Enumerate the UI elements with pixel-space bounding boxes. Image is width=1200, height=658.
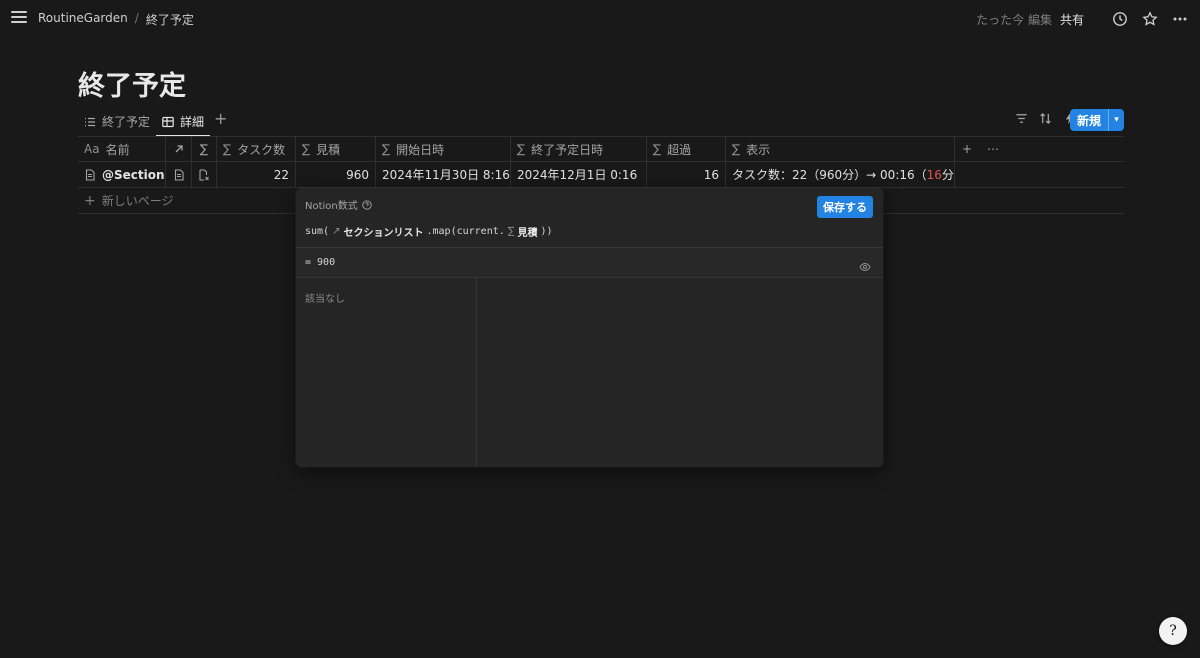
- formula-suffix: )): [540, 226, 553, 237]
- column-header-actions: + ⋯: [955, 137, 1007, 161]
- share-button[interactable]: 共有: [1060, 11, 1084, 28]
- table-row[interactable]: @Sections 22 960 2024年11月30日 8:16 2024年1…: [78, 162, 1124, 188]
- column-header-relation[interactable]: [166, 137, 192, 161]
- breadcrumb-page[interactable]: 終了予定: [146, 11, 194, 28]
- column-header-label: 見積: [316, 142, 341, 157]
- list-icon: [85, 117, 95, 126]
- column-header-start[interactable]: ∑ 開始日時: [376, 137, 511, 161]
- column-header-tasks[interactable]: ∑ タスク数: [217, 137, 296, 161]
- page-hidden-icon: [198, 168, 210, 181]
- column-header-estimate[interactable]: ∑ 見積: [296, 137, 376, 161]
- column-header-label: タスク数: [237, 142, 286, 157]
- formula-result: = 900: [305, 257, 336, 268]
- column-header-label: 終了予定日時: [531, 142, 604, 157]
- formula-middle: .map(current.: [426, 226, 505, 237]
- cell-name[interactable]: @Sections: [78, 162, 166, 187]
- overtime-value: 16: [926, 167, 942, 182]
- sigma-icon: ∑: [302, 142, 311, 156]
- eye-icon[interactable]: [859, 258, 871, 272]
- star-icon[interactable]: [1142, 11, 1158, 27]
- tab-schedule-list[interactable]: 終了予定: [78, 110, 156, 136]
- table-icon: [162, 116, 174, 127]
- more-icon[interactable]: [1172, 11, 1188, 27]
- cell-empty: [955, 162, 1007, 187]
- help-assistant-icon[interactable]: ?: [1159, 617, 1187, 645]
- save-button[interactable]: 保存する: [817, 196, 873, 218]
- tab-label: 詳細: [180, 115, 205, 129]
- sort-icon[interactable]: [1038, 111, 1052, 125]
- relation-arrow-icon: ↗: [332, 226, 341, 237]
- sigma-icon: ∑: [223, 142, 232, 156]
- breadcrumb-separator: /: [134, 11, 139, 25]
- formula-editor-header: Notion数式: [305, 197, 372, 212]
- sidebar-menu-icon[interactable]: [11, 11, 27, 25]
- formula-editor-popup: Notion数式 保存する sum( ↗ セクションリスト .map(curre…: [296, 188, 883, 467]
- cell-start[interactable]: 2024年11月30日 8:16: [376, 162, 511, 187]
- sigma-icon: ∑: [507, 226, 515, 237]
- table-header-row: Aa 名前 ∑ ∑ タスク数 ∑ 見積 ∑ 開始日時 ∑ 終了予定日時 ∑ 超過: [78, 136, 1124, 162]
- page-title[interactable]: 終了予定: [78, 64, 186, 103]
- top-right-actions: たった今 編集 共有: [976, 8, 1188, 30]
- sigma-icon: ∑: [199, 142, 209, 156]
- page-icon: [173, 168, 185, 181]
- column-header-formula[interactable]: ∑: [192, 137, 217, 161]
- view-tabs: 終了予定 詳細 +: [78, 109, 231, 137]
- column-header-label: 超過: [667, 142, 692, 157]
- formula-input[interactable]: sum( ↗ セクションリスト .map(current. ∑ 見積 )): [305, 224, 553, 239]
- edited-status: たった今 編集: [976, 12, 1052, 27]
- cell-estimate[interactable]: 960: [296, 162, 376, 187]
- cell-tasks[interactable]: 22: [217, 162, 296, 187]
- column-header-label: 表示: [746, 142, 771, 157]
- filter-icon[interactable]: [1014, 111, 1028, 125]
- history-icon[interactable]: [1112, 11, 1128, 27]
- breadcrumb: RoutineGarden / 終了予定: [38, 11, 194, 28]
- top-bar: RoutineGarden / 終了予定 たった今 編集 共有: [0, 0, 1200, 38]
- new-button-group: 新規 ▾: [1070, 109, 1124, 131]
- formula-property-token[interactable]: 見積: [518, 224, 538, 239]
- new-button[interactable]: 新規: [1070, 112, 1108, 129]
- add-property-icon[interactable]: +: [961, 142, 973, 156]
- chevron-down-icon[interactable]: ▾: [1108, 109, 1124, 131]
- formula-suggestions-pane: 該当なし: [296, 278, 477, 467]
- column-header-over[interactable]: ∑ 超過: [647, 137, 726, 161]
- add-view-icon[interactable]: +: [210, 109, 231, 128]
- display-text: タスク数：22（960分）→ 00:16（: [732, 168, 927, 182]
- column-header-label: 開始日時: [396, 142, 445, 157]
- cell-formula[interactable]: [192, 162, 217, 187]
- formula-property-token[interactable]: セクションリスト: [343, 224, 423, 239]
- plus-icon: +: [84, 192, 96, 209]
- formula-editor-title: Notion数式: [305, 201, 358, 212]
- sigma-icon: ∑: [517, 142, 526, 156]
- row-title: @Sections: [102, 167, 166, 182]
- tab-label: 終了予定: [102, 115, 151, 129]
- cell-end[interactable]: 2024年12月1日 0:16: [511, 162, 647, 187]
- text-type-icon: Aa: [84, 142, 100, 156]
- column-header-end[interactable]: ∑ 終了予定日時: [511, 137, 647, 161]
- cell-display[interactable]: タスク数：22（960分）→ 00:16（16分）: [726, 162, 955, 187]
- cell-relation[interactable]: [166, 162, 192, 187]
- more-icon[interactable]: ⋯: [987, 142, 999, 156]
- cell-over[interactable]: 16: [647, 162, 726, 187]
- column-header-name[interactable]: Aa 名前: [78, 137, 166, 161]
- help-icon[interactable]: [362, 199, 372, 210]
- sigma-icon: ∑: [653, 142, 662, 156]
- sigma-icon: ∑: [382, 142, 391, 156]
- formula-result-bar: = 900: [296, 247, 883, 278]
- formula-prefix: sum(: [305, 226, 330, 237]
- column-header-display[interactable]: ∑ 表示: [726, 137, 955, 161]
- tab-details-table[interactable]: 詳細: [156, 110, 211, 137]
- breadcrumb-workspace[interactable]: RoutineGarden: [38, 11, 128, 28]
- relation-arrow-icon: [173, 143, 185, 155]
- display-text-tail: 分）: [941, 168, 954, 182]
- column-header-label: 名前: [105, 142, 130, 157]
- no-results-label: 該当なし: [305, 294, 345, 305]
- new-page-label: 新しいページ: [101, 194, 174, 208]
- page-icon: [84, 168, 96, 181]
- sigma-icon: ∑: [732, 142, 741, 156]
